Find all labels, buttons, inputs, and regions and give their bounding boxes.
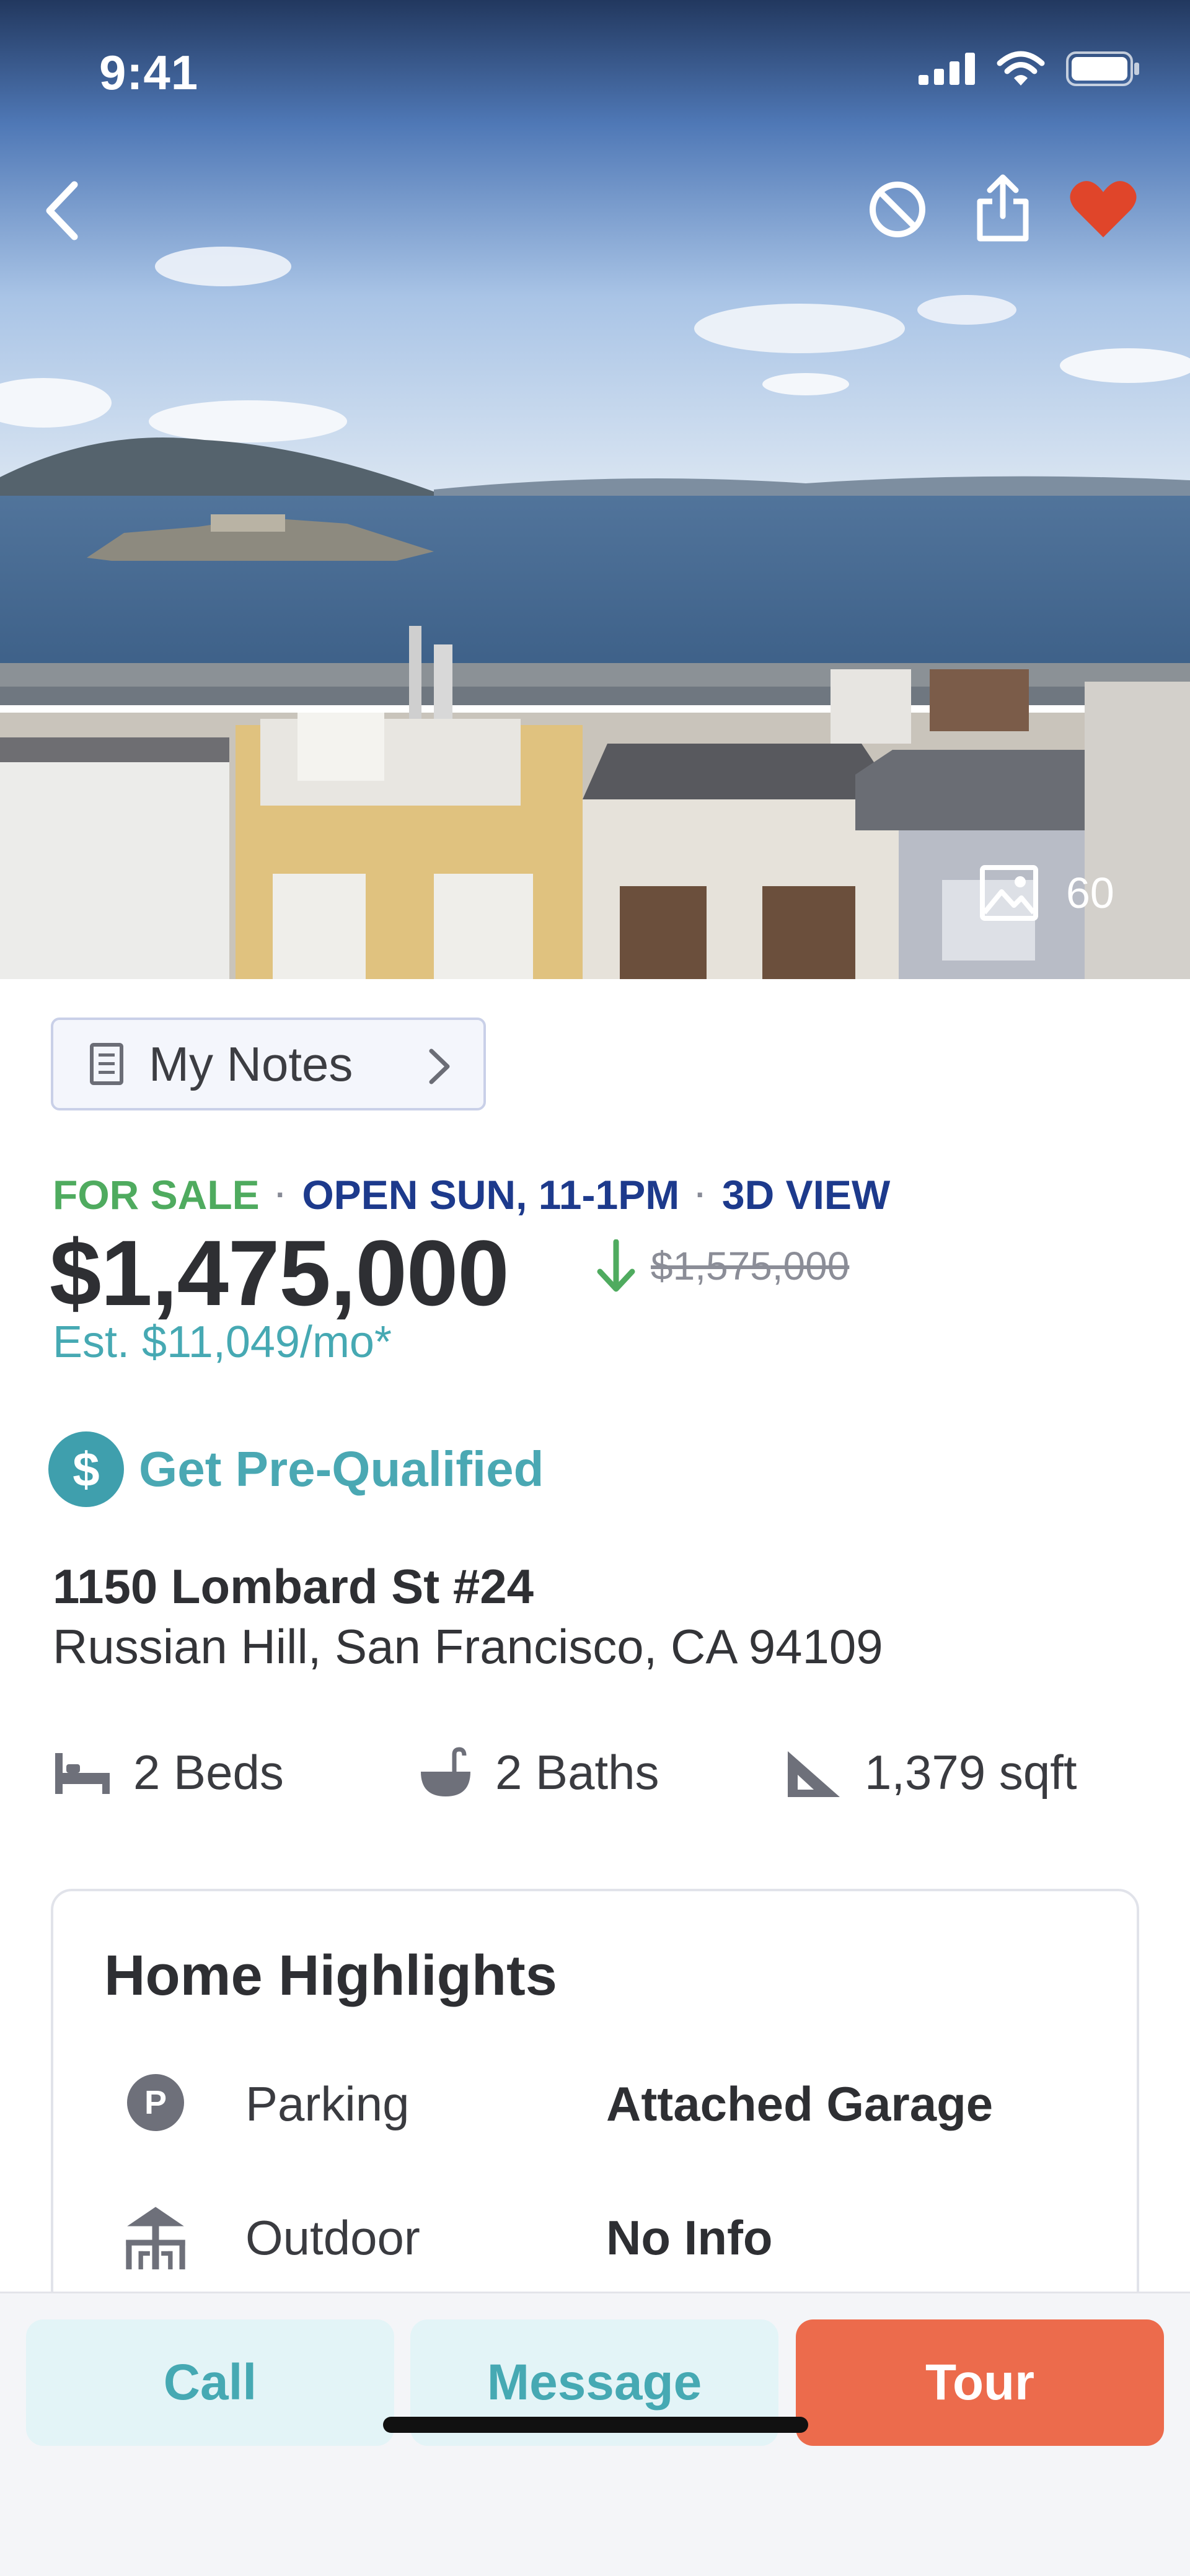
chevron-right-icon xyxy=(429,1048,450,1084)
dollar-icon: $ xyxy=(48,1431,124,1507)
wifi-icon xyxy=(997,51,1045,86)
back-chevron-icon xyxy=(46,181,78,240)
outdoor-icon xyxy=(121,2202,190,2270)
highlight-value: Attached Garage xyxy=(606,2077,994,2131)
highlight-name: Outdoor xyxy=(245,2210,420,2265)
home-indicator[interactable] xyxy=(383,2417,808,2433)
tag-separator: · xyxy=(695,1177,706,1212)
listing-price: $1,475,000 xyxy=(50,1221,509,1325)
home-highlights-title: Home Highlights xyxy=(104,1944,557,2007)
key-facts: 2 Beds 2 Baths 1,379 sqft xyxy=(53,1744,1144,1813)
highlight-value: No Info xyxy=(606,2210,773,2265)
parking-icon: P xyxy=(121,2068,190,2137)
call-button[interactable]: Call xyxy=(26,2319,394,2446)
back-button[interactable] xyxy=(19,174,105,248)
for-sale-tag: FOR SALE xyxy=(53,1172,260,1218)
listing-tags: FOR SALE · OPEN SUN, 11-1PM · 3D VIEW xyxy=(53,1171,890,1218)
beds-fact: 2 Beds xyxy=(53,1744,284,1801)
pre-qualified-label: Get Pre-Qualified xyxy=(139,1441,544,1497)
favorite-button[interactable] xyxy=(1061,170,1145,248)
my-notes-button[interactable]: My Notes xyxy=(51,1018,486,1110)
photo-count-label: 60 xyxy=(1066,869,1114,917)
area-ruler-icon xyxy=(788,1751,840,1797)
estimated-payment-link[interactable]: Est. $11,049/mo* xyxy=(53,1317,392,1368)
listing-hero-photo[interactable]: 9:41 60 xyxy=(0,0,1190,979)
svg-text:P: P xyxy=(144,2084,167,2121)
bed-icon xyxy=(55,1752,110,1794)
cellular-signal-icon xyxy=(919,53,975,85)
status-time: 9:41 xyxy=(99,45,199,100)
block-icon xyxy=(869,181,925,237)
status-bar: 9:41 xyxy=(0,0,1190,149)
arrow-down-icon xyxy=(597,1239,635,1292)
previous-price: $1,575,000 xyxy=(651,1244,850,1288)
3d-view-tag[interactable]: 3D VIEW xyxy=(722,1171,890,1218)
my-notes-label: My Notes xyxy=(149,1036,353,1091)
photos-icon xyxy=(980,865,1038,921)
photo-gallery-button[interactable]: 60 xyxy=(979,864,1114,921)
baths-label: 2 Baths xyxy=(495,1745,659,1800)
highlight-row-outdoor[interactable]: Outdoor No Info xyxy=(53,2196,1137,2277)
tag-separator: · xyxy=(275,1177,286,1212)
tour-button[interactable]: Tour xyxy=(796,2319,1164,2446)
hide-listing-button[interactable] xyxy=(858,170,936,248)
status-icons xyxy=(919,51,1140,87)
baths-fact: 2 Baths xyxy=(417,1744,659,1801)
share-button[interactable] xyxy=(964,167,1041,248)
price-drop: $1,575,000 xyxy=(596,1239,849,1293)
notes-icon xyxy=(90,1043,123,1085)
highlight-row-parking[interactable]: P Parking Attached Garage xyxy=(53,2062,1137,2143)
heart-icon xyxy=(1069,180,1137,237)
sqft-label: 1,379 sqft xyxy=(865,1745,1077,1800)
bath-icon xyxy=(421,1746,470,1796)
highlight-name: Parking xyxy=(245,2077,410,2131)
share-icon xyxy=(977,174,1028,242)
neighborhood-city: Russian Hill, San Francisco, CA 94109 xyxy=(53,1619,883,1674)
bottom-action-bar: Call Message Tour xyxy=(0,2292,1190,2576)
get-pre-qualified-button[interactable]: $ Get Pre-Qualified xyxy=(48,1431,544,1507)
open-house-tag[interactable]: OPEN SUN, 11-1PM xyxy=(302,1171,679,1218)
sqft-fact: 1,379 sqft xyxy=(784,1744,1077,1801)
home-highlights-card: Home Highlights P Parking Attached Garag… xyxy=(51,1889,1139,2323)
street-address: 1150 Lombard St #24 xyxy=(53,1559,534,1614)
beds-label: 2 Beds xyxy=(133,1745,284,1800)
battery-icon xyxy=(1066,51,1139,86)
